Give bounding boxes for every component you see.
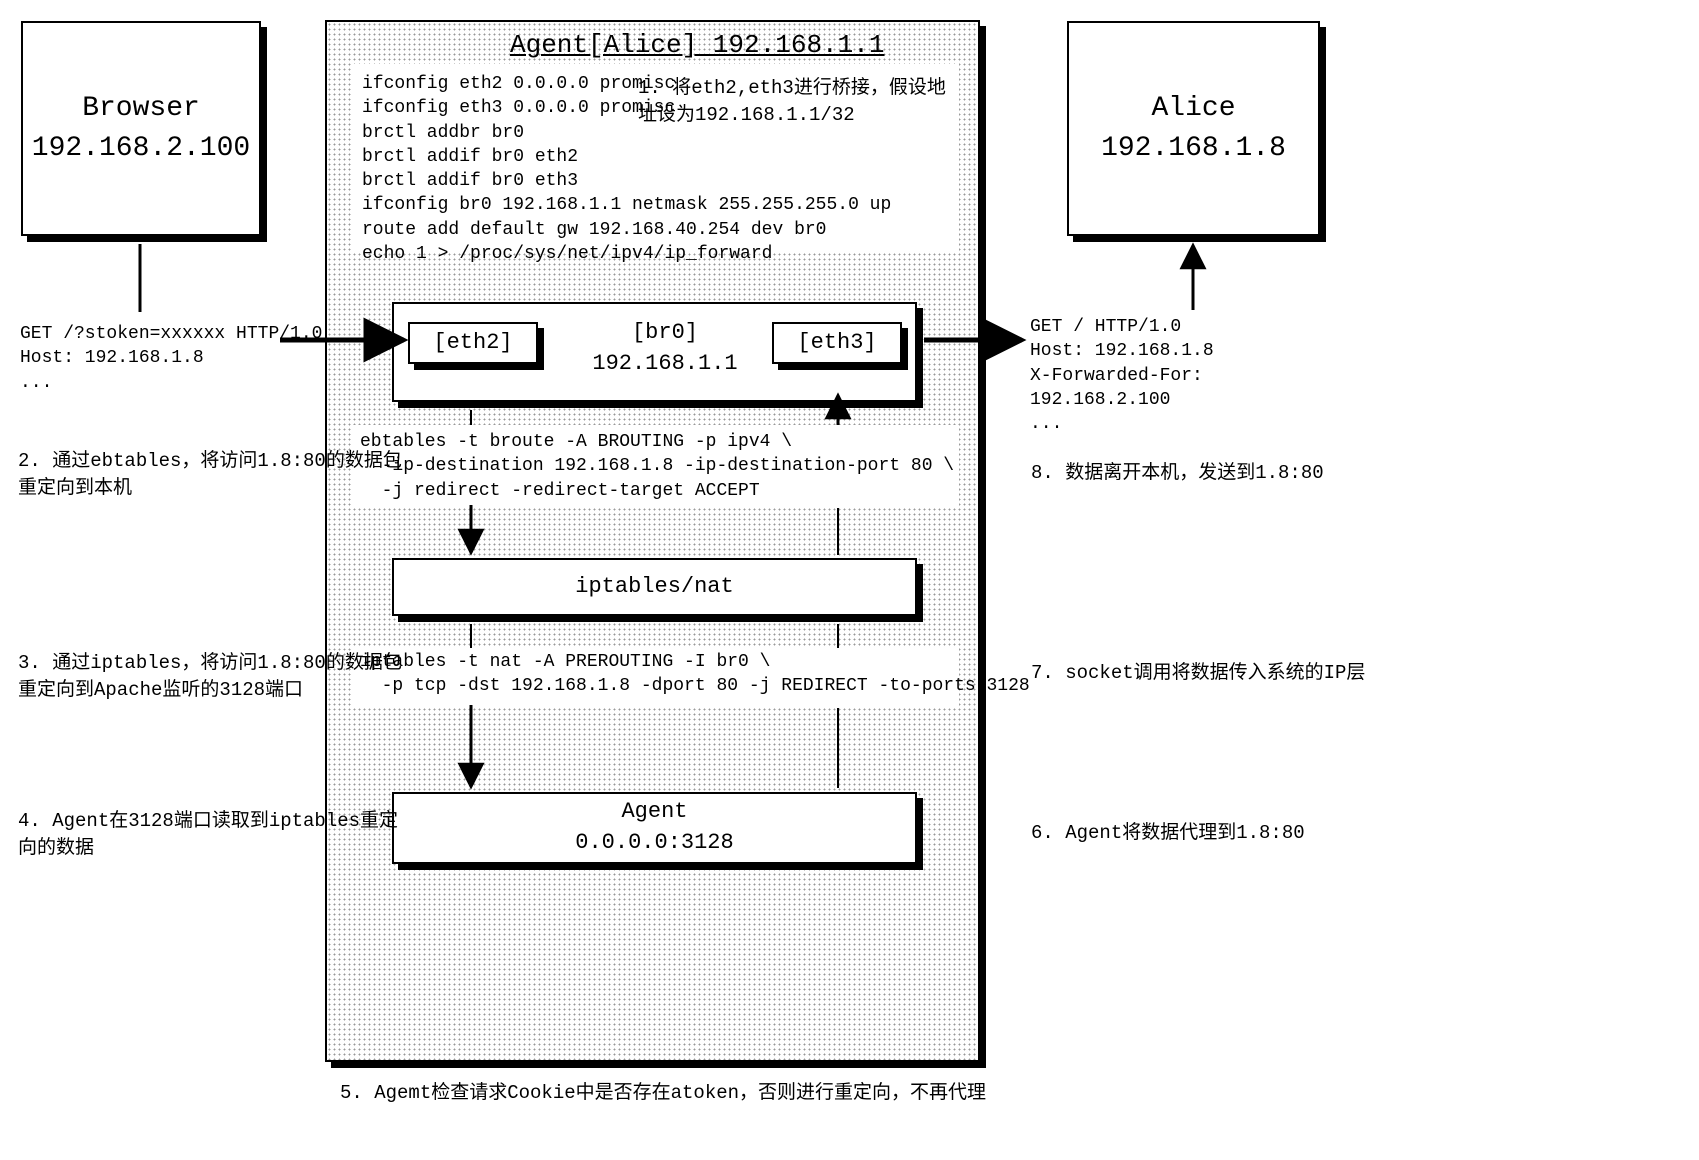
arrows-layer <box>0 0 1699 1160</box>
